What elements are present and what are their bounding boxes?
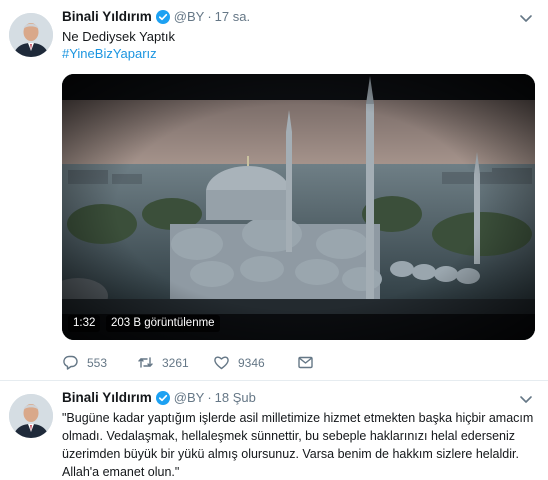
tweet-actions: 553 3261 9346: [62, 354, 314, 371]
tweet: Binali Yıldırım @BY · 18 Şub "Bugüne kad…: [0, 381, 548, 480]
separator-dot: ·: [207, 9, 212, 24]
author-name[interactable]: Binali Yıldırım: [62, 390, 152, 405]
reply-icon: [63, 355, 78, 370]
verified-badge-icon: [155, 9, 170, 24]
verified-badge-icon: [155, 390, 170, 405]
direct-message-button[interactable]: [297, 354, 314, 371]
hashtag-link[interactable]: #YineBizYaparız: [62, 46, 157, 61]
avatar[interactable]: [9, 394, 53, 438]
like-button[interactable]: 9346: [213, 354, 297, 371]
tweet-timestamp[interactable]: 17 sa.: [215, 9, 250, 24]
tweet-text: Ne Dediysek Yaptık: [62, 29, 175, 44]
video-duration: 1:32: [68, 315, 101, 332]
retweet-icon: [138, 357, 153, 368]
tweet: Binali Yıldırım @BY · 17 sa. Ne Dediysek…: [0, 0, 548, 380]
retweet-button[interactable]: 3261: [137, 354, 213, 371]
author-name[interactable]: Binali Yıldırım: [62, 9, 152, 24]
reply-count: 553: [87, 355, 108, 370]
author-handle[interactable]: @BY: [174, 9, 205, 24]
like-icon: [214, 356, 229, 370]
retweet-count: 3261: [162, 355, 189, 370]
video-thumbnail: [62, 74, 535, 340]
avatar[interactable]: [9, 13, 53, 57]
tweet-header: Binali Yıldırım @BY · 18 Şub: [62, 390, 256, 405]
direct-message-icon: [298, 356, 313, 369]
video-player[interactable]: 1:32 203 B görüntülenme: [62, 74, 535, 340]
reply-button[interactable]: 553: [62, 354, 137, 371]
chevron-down-icon[interactable]: [518, 391, 534, 407]
tweet-timestamp[interactable]: 18 Şub: [215, 390, 256, 405]
tweet-text: "Bugüne kadar yaptığım işlerde asil mill…: [62, 411, 534, 479]
tweet-header: Binali Yıldırım @BY · 17 sa.: [62, 9, 250, 24]
like-count: 9346: [238, 355, 265, 370]
separator-dot: ·: [207, 390, 212, 405]
author-handle[interactable]: @BY: [174, 390, 205, 405]
chevron-down-icon[interactable]: [518, 10, 534, 26]
video-view-count: 203 B görüntülenme: [106, 315, 220, 332]
